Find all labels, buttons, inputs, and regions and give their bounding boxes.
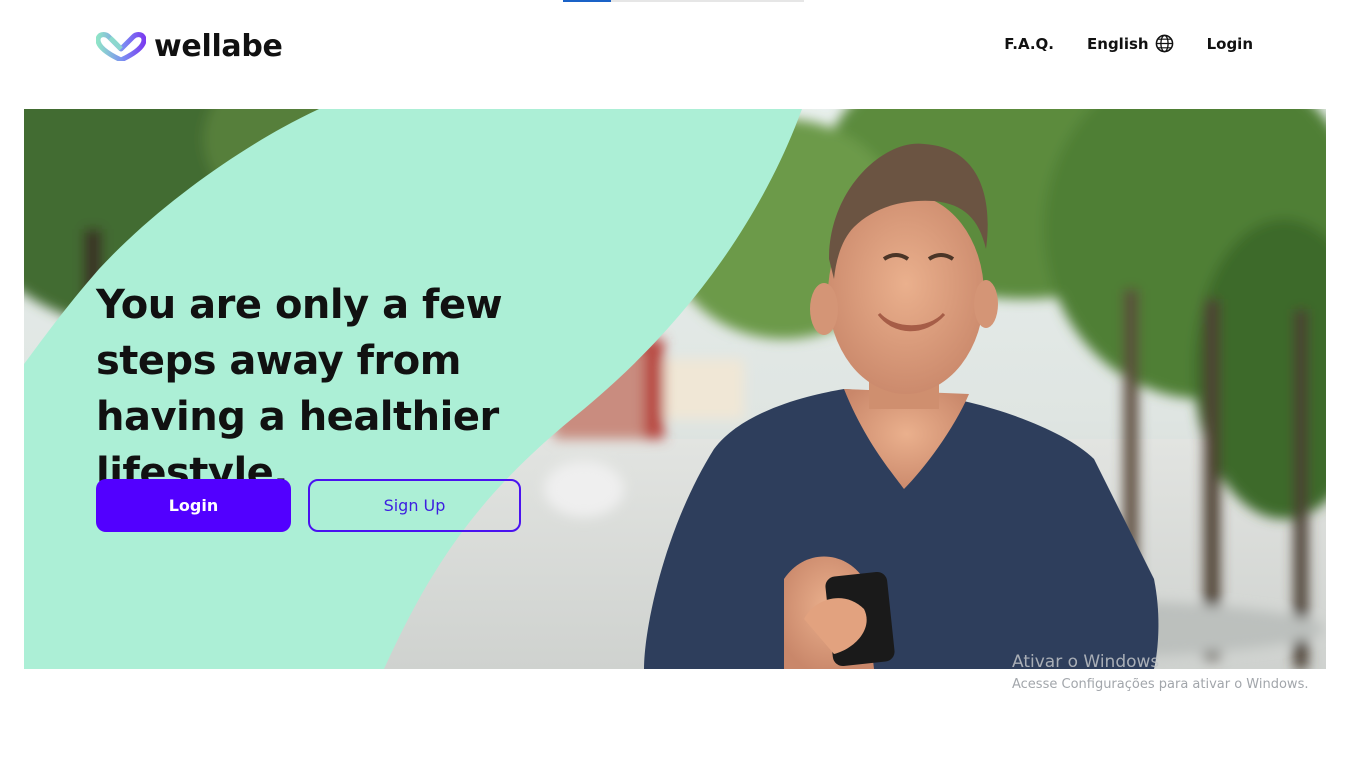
hero-signup-button[interactable]: Sign Up — [308, 479, 521, 532]
hero-login-button[interactable]: Login — [96, 479, 291, 532]
nav-faq-link[interactable]: F.A.Q. — [1004, 35, 1054, 53]
wellabe-heart-logo-icon — [96, 31, 146, 61]
hero-banner: You are only a few steps away from havin… — [24, 109, 1326, 669]
nav-login-link[interactable]: Login — [1207, 35, 1253, 53]
wellabe-logo-link[interactable]: wellabe — [96, 28, 283, 64]
logo-text: wellabe — [154, 28, 283, 64]
site-header: wellabe F.A.Q. English Login — [0, 0, 1350, 90]
watermark-title: Ativar o Windows — [1012, 652, 1160, 672]
watermark-subtitle: Acesse Configurações para ativar o Windo… — [1012, 677, 1309, 692]
language-label: English — [1087, 34, 1149, 53]
top-nav: F.A.Q. English Login — [1004, 34, 1253, 53]
globe-icon — [1155, 34, 1174, 53]
hero-headline: You are only a few steps away from havin… — [96, 282, 503, 496]
language-selector[interactable]: English — [1087, 34, 1174, 53]
page: wellabe F.A.Q. English Login You are onl… — [0, 0, 1350, 766]
windows-activation-watermark: Ativar o Windows Acesse Configurações pa… — [1012, 651, 1308, 695]
